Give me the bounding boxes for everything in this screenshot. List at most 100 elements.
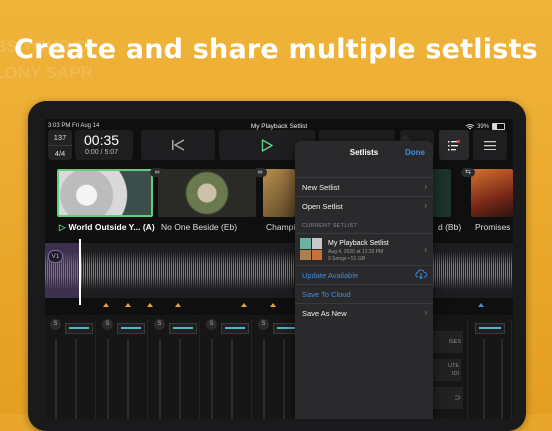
section-marker[interactable] <box>241 303 247 307</box>
song-label-5[interactable]: Promises ( <box>475 222 513 232</box>
song-artwork-2[interactable] <box>158 169 256 217</box>
time-display: 00:35 0:00 / 5:07 <box>75 130 133 160</box>
section-marker[interactable] <box>175 303 181 307</box>
song-artwork-5[interactable] <box>471 169 513 217</box>
master-channel[interactable] <box>469 319 512 419</box>
elapsed-time: 00:35 <box>84 132 120 148</box>
update-available-item[interactable]: Update Available <box>295 265 433 284</box>
volume-fader[interactable] <box>169 323 197 334</box>
solo-button[interactable]: S <box>102 319 113 330</box>
new-setlist-label: New Setlist <box>302 183 340 192</box>
volume-fader[interactable] <box>221 323 249 334</box>
status-right: 39% <box>465 123 505 130</box>
mixer-channel[interactable]: S <box>151 319 200 419</box>
play-icon <box>261 138 273 152</box>
fader-rail <box>127 339 129 419</box>
fader-rail <box>55 339 57 419</box>
section-marker[interactable] <box>270 303 276 307</box>
setlist-button[interactable] <box>439 130 469 160</box>
mixer-channel[interactable]: S <box>99 319 148 419</box>
new-setlist-item[interactable]: New Setlist › <box>295 177 433 196</box>
link-icon: ∞ <box>150 168 164 177</box>
setlists-popover: Setlists Done New Setlist › Open Setlist… <box>295 141 433 419</box>
playing-indicator-icon: ▷ <box>59 222 66 232</box>
section-marker[interactable] <box>125 303 131 307</box>
current-setlist-row[interactable]: My Playback Setlist Aug 4, 2020 at 12:33… <box>295 233 433 266</box>
solo-button[interactable]: S <box>258 319 269 330</box>
volume-fader[interactable] <box>117 323 145 334</box>
song-label-2[interactable]: No One Beside (Eb) <box>161 222 237 232</box>
elapsed-detail: 0:00 / 5:07 <box>85 149 119 156</box>
save-as-new-item[interactable]: Save As New › <box>295 303 433 322</box>
volume-fader[interactable] <box>65 323 93 334</box>
cloud-download-icon <box>415 269 427 279</box>
waveform-bars <box>45 243 513 298</box>
split-icon: ⇆ <box>461 168 475 177</box>
wifi-icon <box>465 123 474 129</box>
save-to-cloud-label: Save To Cloud <box>302 290 351 299</box>
current-setlist-name: My Playback Setlist <box>328 240 389 247</box>
fader-rail <box>263 339 265 419</box>
time-signature: 4/4 <box>54 149 66 158</box>
solo-button[interactable]: S <box>50 319 61 330</box>
waveform[interactable]: V1 <box>45 243 513 298</box>
chevron-right-icon: › <box>424 201 427 210</box>
setlist-icon <box>448 139 460 150</box>
fader-rail <box>501 339 503 419</box>
fader-rail <box>179 339 181 419</box>
solo-button[interactable]: S <box>154 319 165 330</box>
open-setlist-label: Open Setlist <box>302 202 343 211</box>
mixer-button[interactable]: ISES <box>431 331 463 353</box>
mixer-button[interactable]: UTE IDI <box>431 359 461 381</box>
fader-rail <box>75 339 77 419</box>
solo-button[interactable]: S <box>206 319 217 330</box>
hamburger-menu-icon <box>484 140 496 150</box>
chevron-right-icon: › <box>424 245 427 254</box>
song-label-3[interactable]: Champi <box>266 222 295 232</box>
menu-button[interactable] <box>473 130 507 160</box>
popover-header: Setlists Done <box>295 141 433 165</box>
chevron-right-icon: › <box>424 308 427 317</box>
section-marker[interactable] <box>478 303 484 307</box>
song-artwork-1[interactable] <box>57 169 153 217</box>
fader-rail <box>211 339 213 419</box>
fader-rail <box>231 339 233 419</box>
battery-icon <box>492 123 505 130</box>
mixer-channel[interactable]: S <box>203 319 252 419</box>
section-marker[interactable] <box>147 303 153 307</box>
app-screen: 3:03 PM Fri Aug 14 My Playback Setlist 3… <box>45 119 513 419</box>
mixer-side-buttons: ISES UTE IDI ⊃ <box>429 319 468 419</box>
skip-back-icon <box>172 139 185 151</box>
mixer-channel[interactable]: S <box>47 319 96 419</box>
fader-rail <box>107 339 109 419</box>
open-setlist-item[interactable]: Open Setlist › <box>295 196 433 215</box>
promo-headline: Create and share multiple setlists <box>14 34 538 65</box>
tempo-display[interactable]: 137 4/4 <box>48 130 72 160</box>
status-title: My Playback Setlist <box>250 123 308 130</box>
fader-rail <box>483 339 485 419</box>
song-artwork-3[interactable] <box>263 169 295 217</box>
save-to-cloud-item[interactable]: Save To Cloud <box>295 284 433 303</box>
current-setlist-header: CURRENT SETLIST <box>302 223 358 229</box>
current-setlist-meta: Aug 4, 2020 at 12:33 PM 9 Songs • 51 GB <box>328 249 383 262</box>
done-button[interactable]: Done <box>405 148 425 157</box>
previous-button[interactable] <box>141 130 215 160</box>
song-artwork-4[interactable] <box>433 169 451 217</box>
section-marker[interactable] <box>103 303 109 307</box>
current-setlist-date: Aug 4, 2020 at 12:33 PM <box>328 249 384 255</box>
chevron-right-icon: › <box>424 182 427 191</box>
save-as-new-label: Save As New <box>302 309 347 318</box>
song-title: World Outside Y... (A) <box>68 222 155 232</box>
master-fader[interactable] <box>475 323 505 334</box>
loop-icon[interactable]: ⊃ <box>431 387 463 409</box>
playhead[interactable] <box>79 239 81 305</box>
fader-rail <box>283 339 285 419</box>
mixer: S S S S S ISES UTE IDI ⊃ <box>45 315 513 419</box>
song-label-1[interactable]: ▷ World Outside Y... (A) <box>59 222 155 233</box>
song-label-4[interactable]: d (Bb) <box>438 222 461 232</box>
link-icon: ∞ <box>253 168 267 177</box>
current-setlist-details: 9 Songs • 51 GB <box>328 255 366 262</box>
version-badge[interactable]: V1 <box>48 250 63 263</box>
update-available-label: Update Available <box>302 271 359 280</box>
marker-row <box>45 303 513 309</box>
